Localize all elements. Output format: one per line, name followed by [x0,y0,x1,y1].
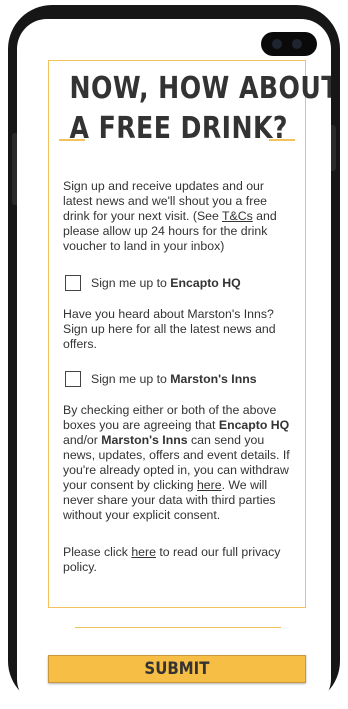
page-title-line1: NOW, HOW ABOUT [69,71,331,106]
front-camera [261,32,317,56]
separator-line [75,627,281,628]
encapto-checkbox-label: Sign me up to Encapto HQ [91,276,241,290]
marstons-checkbox[interactable] [65,371,81,387]
power-button [331,125,336,171]
encapto-checkbox[interactable] [65,275,81,291]
marstons-checkbox-label: Sign me up to Marston's Inns [91,372,257,386]
phone-screen: NOW, HOW ABOUT A FREE DRINK? Sign up and… [17,19,331,709]
title-dash-right [269,139,295,141]
camera-lens-icon [292,39,302,49]
tcs-link[interactable]: T&Cs [222,209,253,223]
privacy-policy-link[interactable]: here [131,545,156,559]
marstons-signup-row[interactable]: Sign me up to Marston's Inns [65,371,257,387]
encapto-signup-row[interactable]: Sign me up to Encapto HQ [65,275,241,291]
camera-lens-icon [272,39,282,49]
page-title-line2: A FREE DRINK? [69,111,288,146]
submit-button[interactable]: SUBMIT [48,655,306,683]
withdraw-consent-link[interactable]: here [197,478,222,492]
signup-card: NOW, HOW ABOUT A FREE DRINK? Sign up and… [48,60,331,608]
marstons-intro-text: Have you heard about Marston's Inns? Sig… [63,307,276,351]
intro-text: Sign up and receive updates and our late… [63,179,277,253]
privacy-text: Please click here to read our full priva… [63,545,281,574]
consent-text: By checking either or both of the above … [63,403,290,522]
